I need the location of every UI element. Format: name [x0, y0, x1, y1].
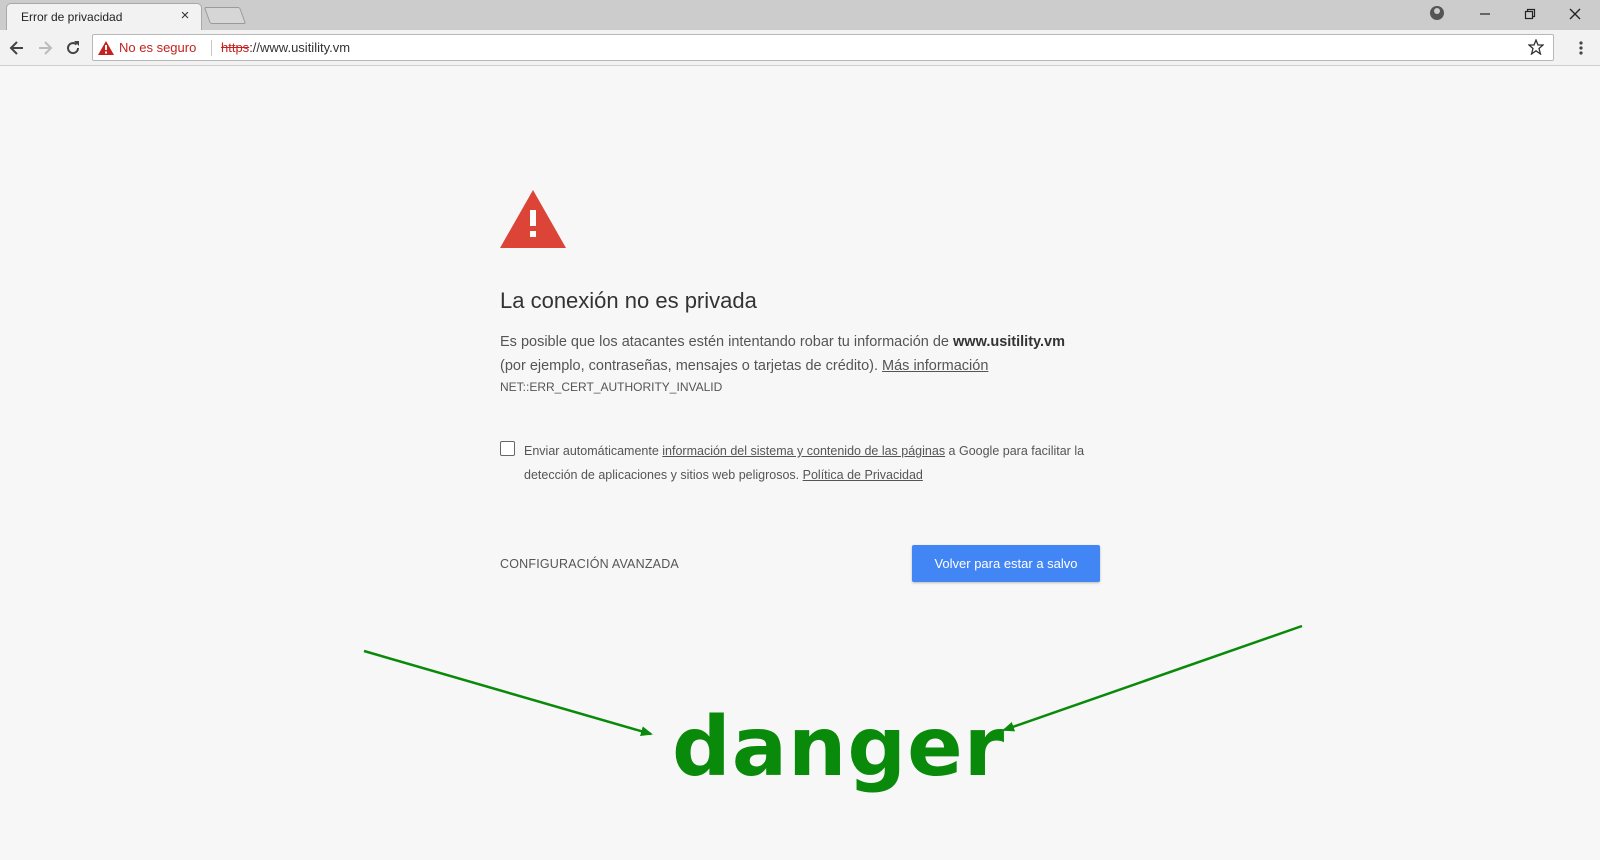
site-domain: www.usitility.vm [953, 334, 1066, 350]
page-title: La conexión no es privada [500, 288, 757, 313]
url-text[interactable]: https://www.usitility.vm [221, 40, 350, 55]
reload-button[interactable] [62, 37, 84, 59]
star-icon [1528, 39, 1544, 55]
profile-icon[interactable] [1430, 6, 1444, 20]
security-status-label[interactable]: No es seguro [119, 40, 196, 55]
bookmark-star-button[interactable] [1527, 38, 1545, 56]
tab-title: Error de privacidad [21, 10, 123, 24]
url-scheme: https [221, 40, 250, 55]
back-to-safety-button[interactable]: Volver para estar a salvo [912, 545, 1100, 582]
close-icon[interactable]: × [178, 8, 192, 23]
title-bar: Error de privacidad × [0, 0, 1600, 30]
minimize-button[interactable] [1463, 0, 1507, 28]
forward-button[interactable] [34, 37, 56, 59]
left-arrow [363, 649, 653, 737]
close-icon [1569, 8, 1581, 20]
report-checkbox[interactable] [500, 441, 515, 456]
optin-prefix: Enviar automáticamente [524, 444, 663, 458]
new-tab-button[interactable] [203, 7, 247, 24]
right-arrow [1002, 624, 1303, 732]
minimize-icon [1480, 13, 1490, 15]
optin-text: Enviar automáticamente información del s… [524, 439, 1104, 487]
explanation-prefix: Es posible que los atacantes estén inten… [500, 334, 954, 350]
explanation-paragraph: Es posible que los atacantes estén inten… [500, 330, 1100, 378]
explanation-suffix: (por ejemplo, contraseñas, mensajes o ta… [500, 358, 883, 374]
arrow-right-icon [39, 41, 53, 55]
warning-triangle-icon [500, 190, 566, 248]
tab-error-privacidad[interactable]: Error de privacidad × [6, 3, 202, 30]
restore-button[interactable] [1508, 0, 1552, 28]
danger-annotation-label: danger [672, 700, 1006, 795]
advanced-settings-button[interactable]: CONFIGURACIÓN AVANZADA [500, 557, 679, 571]
error-code: NET::ERR_CERT_AUTHORITY_INVALID [500, 380, 723, 394]
address-bar[interactable]: No es seguro https://www.usitility.vm [92, 34, 1554, 61]
reload-icon [67, 41, 80, 55]
divider [211, 40, 212, 56]
browser-toolbar: No es seguro https://www.usitility.vm [0, 30, 1600, 66]
warning-icon [98, 41, 114, 55]
window-close-button[interactable] [1553, 0, 1597, 28]
more-vert-icon [1579, 41, 1583, 55]
restore-icon [1524, 8, 1536, 20]
privacy-policy-link[interactable]: Política de Privacidad [803, 468, 923, 482]
arrow-left-icon [9, 41, 23, 55]
back-button[interactable] [6, 37, 28, 59]
browser-menu-button[interactable] [1572, 38, 1590, 58]
system-info-link[interactable]: información del sistema y contenido de l… [662, 444, 945, 458]
url-host: ://www.usitility.vm [249, 40, 351, 55]
more-info-link[interactable]: Más información [882, 358, 988, 374]
